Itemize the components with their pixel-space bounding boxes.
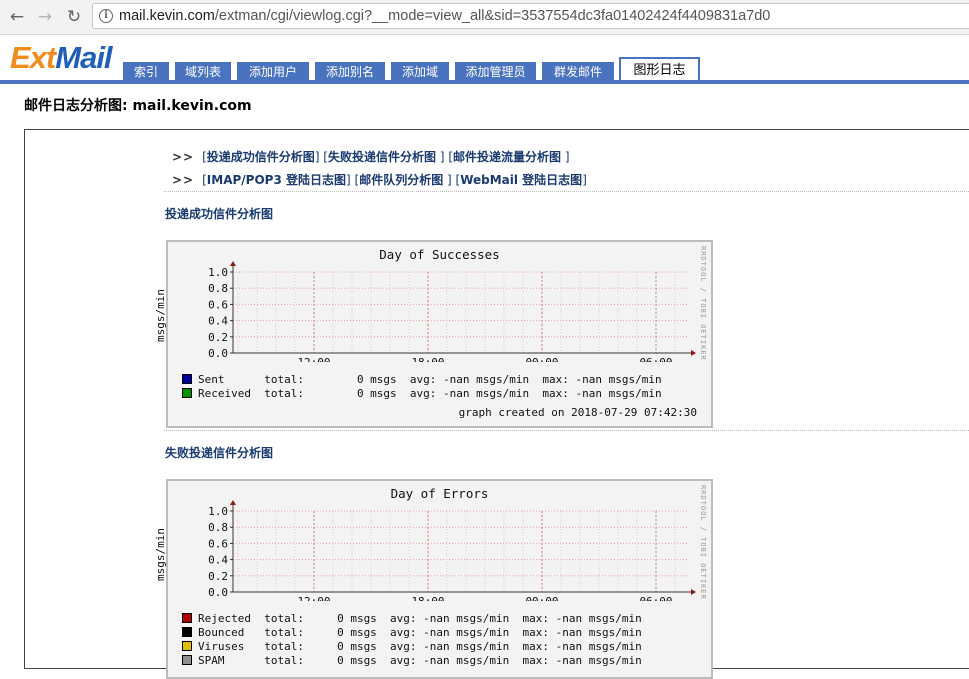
- url-text[interactable]: mail.kevin.com/extman/cgi/viewlog.cgi?__…: [119, 8, 770, 24]
- x-tick-label: 06:00: [639, 356, 672, 362]
- y-tick-label: 0.0: [208, 347, 228, 360]
- graph-created-time: graph created on 2018-07-29 07:42:30: [458, 406, 697, 419]
- legend-spam: SPAM total: 0 msgs avg: -nan msgs/min ma…: [182, 654, 642, 667]
- x-tick-label: 00:00: [525, 595, 558, 601]
- browser-toolbar: ← → ↻ i mail.kevin.com/extman/cgi/viewlo…: [0, 0, 969, 35]
- graph-title: Day of Errors: [390, 486, 489, 501]
- x-tick-label: 06:00: [639, 595, 672, 601]
- nav-arrows: >>: [172, 150, 195, 164]
- x-tick-label: 00:00: [525, 356, 558, 362]
- legend-rejected: Rejected total: 0 msgs avg: -nan msgs/mi…: [182, 612, 642, 625]
- legend-swatch: [182, 613, 192, 623]
- y-tick-label: 0.4: [208, 554, 228, 567]
- legend-swatch: [182, 641, 192, 651]
- logo-part2: Mail: [55, 40, 112, 75]
- legend-swatch: [182, 374, 192, 384]
- legend-received: Received total: 0 msgs avg: -nan msgs/mi…: [182, 387, 662, 400]
- x-tick-label: 18:00: [411, 356, 444, 362]
- legend-bounced: Bounced total: 0 msgs avg: -nan msgs/min…: [182, 626, 642, 639]
- legend-sent: Sent total: 0 msgs avg: -nan msgs/min ma…: [182, 373, 662, 386]
- url-host: mail.kevin.com: [119, 8, 215, 24]
- y-tick-label: 0.4: [208, 315, 228, 328]
- nav-row-1: >> [投递成功信件分析图] [失败投递信件分析图 ] [邮件投递流量分析图 ]: [172, 150, 570, 164]
- link-failure-graph[interactable]: 失败投递信件分析图: [328, 150, 436, 164]
- x-tick-label: 12:00: [297, 356, 330, 362]
- legend-text: Sent total: 0 msgs avg: -nan msgs/min ma…: [198, 373, 662, 386]
- rrdtool-credit: RRDTOOL / TOBI OETIKER: [699, 246, 707, 361]
- divider: [164, 430, 969, 431]
- graph-ylabel: msgs/min: [154, 528, 167, 581]
- divider: [164, 191, 969, 192]
- nav-row-2: >> [IMAP/POP3 登陆日志图] [邮件队列分析图 ] [WebMail …: [172, 173, 587, 187]
- y-tick-label: 0.6: [208, 298, 228, 311]
- legend-swatch: [182, 388, 192, 398]
- graph-day-of-successes: 1.0 0.8 0.6 0.4 0.2 0.0 12:00 18:00 00:00 06:00 D…: [154, 240, 713, 428]
- header-bar: [0, 80, 969, 84]
- link-imap-pop3-graph[interactable]: IMAP/POP3 登陆日志图: [207, 173, 346, 187]
- legend-viruses: Viruses total: 0 msgs avg: -nan msgs/min…: [182, 640, 642, 653]
- graph-title: Day of Successes: [379, 247, 500, 262]
- graph-ylabel: msgs/min: [154, 289, 167, 342]
- x-tick-label: 18:00: [411, 595, 444, 601]
- legend-swatch: [182, 627, 192, 637]
- link-traffic-graph[interactable]: 邮件投递流量分析图: [453, 150, 561, 164]
- link-webmail-graph[interactable]: WebMail 登陆日志图: [460, 173, 582, 187]
- link-success-graph[interactable]: 投递成功信件分析图: [207, 150, 315, 164]
- nav-arrows: >>: [172, 173, 195, 187]
- y-tick-label: 0.8: [208, 282, 228, 295]
- rrdtool-credit: RRDTOOL / TOBI OETIKER: [699, 485, 707, 600]
- forward-arrow-icon[interactable]: →: [34, 6, 56, 28]
- legend-text: Received total: 0 msgs avg: -nan msgs/mi…: [198, 387, 662, 400]
- y-tick-label: 0.6: [208, 537, 228, 550]
- info-icon[interactable]: i: [99, 9, 113, 23]
- legend-text: Rejected total: 0 msgs avg: -nan msgs/mi…: [198, 612, 642, 625]
- y-tick-label: 1.0: [208, 505, 228, 518]
- section-title-errors: 失败投递信件分析图: [165, 446, 274, 460]
- page-title: 邮件日志分析图: mail.kevin.com: [24, 98, 252, 114]
- x-tick-label: 12:00: [297, 595, 330, 601]
- legend-text: Viruses total: 0 msgs avg: -nan msgs/min…: [198, 640, 642, 653]
- extmail-logo: ExtMail: [10, 40, 113, 76]
- x-axis-arrow: [691, 350, 696, 356]
- link-queue-graph[interactable]: 邮件队列分析图: [359, 173, 443, 187]
- y-tick-label: 0.2: [208, 570, 228, 583]
- url-path: /extman/cgi/viewlog.cgi?__mode=view_all&…: [214, 8, 771, 24]
- legend-text: SPAM total: 0 msgs avg: -nan msgs/min ma…: [198, 654, 642, 667]
- legend-text: Bounced total: 0 msgs avg: -nan msgs/min…: [198, 626, 642, 639]
- reload-icon[interactable]: ↻: [63, 6, 85, 28]
- legend-swatch: [182, 655, 192, 665]
- x-axis-arrow: [691, 589, 696, 595]
- y-tick-label: 0.2: [208, 331, 228, 344]
- y-tick-label: 0.0: [208, 586, 228, 599]
- graph-day-of-errors: 1.0 0.8 0.6 0.4 0.2 0.0 12:00 18:00 00:00 06:00 D…: [154, 479, 713, 679]
- y-tick-label: 0.8: [208, 521, 228, 534]
- y-tick-label: 1.0: [208, 266, 228, 279]
- address-bar[interactable]: i mail.kevin.com/extman/cgi/viewlog.cgi?…: [92, 3, 969, 29]
- section-title-success: 投递成功信件分析图: [165, 207, 274, 221]
- logo-part1: Ext: [10, 40, 56, 75]
- back-arrow-icon[interactable]: ←: [6, 6, 28, 28]
